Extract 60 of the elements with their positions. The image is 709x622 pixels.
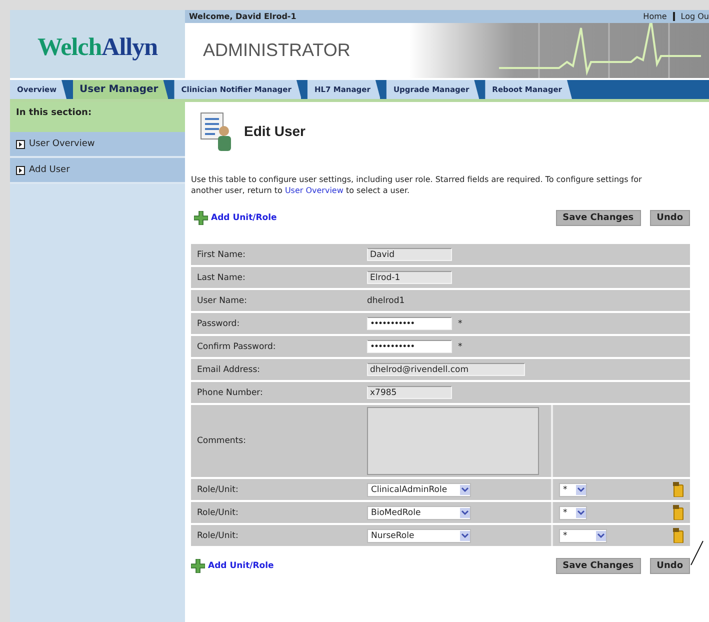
form-button[interactable]: Undo — [650, 558, 690, 574]
caret-icon — [576, 508, 586, 518]
sidebar-item[interactable]: User Overview — [10, 132, 185, 158]
user-form-icon — [200, 111, 234, 151]
header-link[interactable]: Log Ou — [680, 12, 709, 21]
add-unit-role-link[interactable]: Add Unit/Role — [194, 211, 277, 225]
password-field[interactable]: ••••••••••• — [367, 317, 452, 330]
caret-icon — [460, 484, 470, 494]
field-label: Confirm Password: — [197, 342, 276, 352]
text-field[interactable]: Elrod-1 — [367, 271, 452, 284]
comments-field[interactable] — [367, 407, 539, 475]
caret-icon — [460, 508, 470, 518]
add-unit-role-link[interactable]: Add Unit/Role — [191, 559, 274, 573]
password-field[interactable]: ••••••••••• — [367, 340, 452, 353]
field-label: Password: — [197, 318, 240, 328]
caret-icon — [596, 530, 606, 540]
field-label: Phone Number: — [197, 388, 263, 398]
text-field[interactable]: x7985 — [367, 386, 452, 399]
delete-icon[interactable] — [673, 528, 684, 543]
role-dropdown[interactable]: NurseRole — [367, 528, 471, 542]
field-label: Last Name: — [197, 272, 246, 282]
sidebar-item[interactable]: Add User — [10, 158, 185, 184]
form-button[interactable]: Save Changes — [556, 210, 641, 226]
role-dropdown[interactable]: ClinicalAdminRole — [367, 482, 471, 496]
required-mark: * — [458, 342, 462, 352]
header-link[interactable]: Home — [643, 12, 667, 21]
unit-dropdown[interactable]: * — [559, 482, 587, 496]
intro-text: Use this table to configure user settings, including user role. Starred fields are required. To configure settings for another user, return to User Overview to select a user. — [191, 174, 643, 196]
text-field[interactable]: David — [367, 248, 452, 261]
play-icon — [16, 140, 25, 148]
page-title: Edit User — [244, 123, 306, 139]
delete-icon[interactable] — [673, 505, 684, 520]
field-label: Comments: — [197, 436, 246, 446]
delete-icon[interactable] — [673, 482, 684, 497]
field-label: User Name: — [197, 296, 248, 306]
logo: WelchAllyn — [37, 34, 158, 62]
field-label: Role/Unit: — [197, 530, 238, 540]
plus-icon — [191, 559, 205, 573]
leader-line — [690, 540, 704, 566]
form-button[interactable]: Undo — [650, 210, 690, 226]
required-mark: * — [458, 318, 462, 328]
plus-icon — [194, 211, 208, 225]
app-title: ADMINISTRATOR — [203, 40, 350, 61]
welcome-text: Welcome, David Elrod-1 — [189, 12, 296, 21]
nav-tab[interactable]: User Manager — [72, 80, 168, 99]
field-label: Role/Unit: — [197, 484, 238, 494]
field-label: Email Address: — [197, 364, 260, 374]
caret-icon — [576, 484, 586, 494]
form-button[interactable]: Save Changes — [556, 558, 641, 574]
unit-dropdown[interactable]: * — [559, 506, 587, 520]
field-label: First Name: — [197, 250, 246, 260]
unit-dropdown[interactable]: * — [559, 528, 607, 542]
play-icon — [16, 166, 25, 174]
user-overview-link[interactable]: User Overview — [284, 186, 344, 195]
field-label: Role/Unit: — [197, 508, 238, 518]
role-dropdown[interactable]: BioMedRole — [367, 506, 471, 520]
email-field[interactable]: dhelrod@rivendell.com — [367, 363, 525, 376]
user-name-value: dhelrod1 — [367, 296, 405, 306]
sidebar-heading: In this section: — [10, 102, 185, 132]
caret-icon — [460, 530, 470, 540]
